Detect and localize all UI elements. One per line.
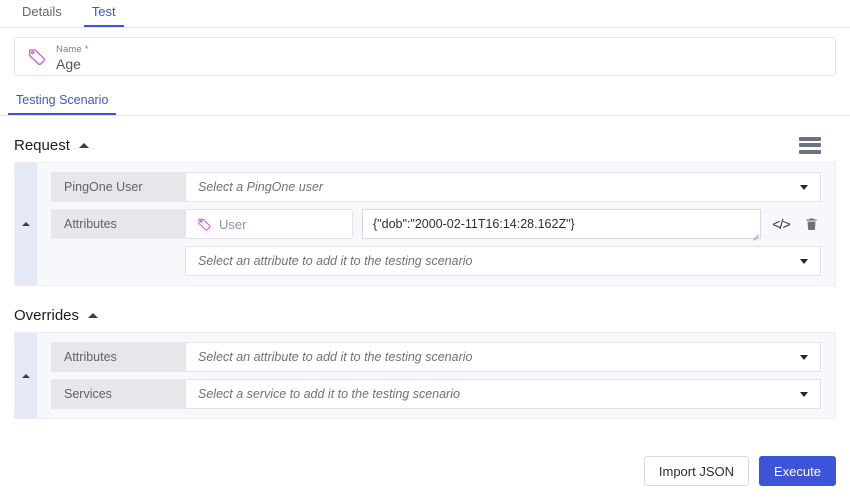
request-title: Request	[14, 136, 70, 154]
attribute-chip-user[interactable]: User	[185, 209, 353, 239]
tab-testing-scenario[interactable]: Testing Scenario	[8, 94, 117, 115]
tag-icon	[197, 217, 212, 232]
hamburger-bar	[799, 136, 821, 141]
name-field-label: Name	[56, 44, 82, 56]
overrides-header-left: Overrides	[14, 306, 99, 324]
scenario-tab-bar: Testing Scenario	[0, 88, 850, 116]
pingone-user-select[interactable]: Select a PingOne user	[185, 172, 821, 202]
add-attribute-placeholder: Select an attribute to add it to the tes…	[198, 254, 473, 268]
row-attributes: Attributes User {"dob":"2000-02-11T16:14…	[51, 209, 821, 239]
override-attributes-placeholder: Select an attribute to add it to the tes…	[198, 350, 473, 364]
textarea-resize-handle[interactable]	[750, 228, 759, 237]
overrides-title: Overrides	[14, 306, 80, 324]
hamburger-menu-icon[interactable]	[799, 136, 821, 154]
name-field-container: Name * Age	[0, 28, 850, 76]
request-panel: PingOne User Select a PingOne user Attri…	[14, 162, 836, 286]
execute-button[interactable]: Execute	[759, 456, 836, 486]
overrides-panel: Attributes Select an attribute to add it…	[14, 332, 836, 419]
overrides-section-header: Overrides	[0, 298, 850, 332]
pingone-user-placeholder: Select a PingOne user	[198, 180, 324, 194]
row-label-override-services: Services	[51, 379, 185, 409]
name-field-texts: Name * Age	[56, 41, 88, 72]
row-label-override-attributes: Attributes	[51, 342, 185, 372]
import-json-button[interactable]: Import JSON	[643, 456, 750, 486]
caret-up-icon[interactable]	[88, 312, 99, 318]
chevron-down-icon	[800, 391, 808, 397]
caret-up-icon[interactable]	[78, 142, 89, 148]
code-view-button[interactable]: </>	[771, 209, 791, 239]
row-add-attribute: Select an attribute to add it to the tes…	[51, 246, 821, 276]
request-header-left: Request	[14, 137, 89, 154]
delete-attribute-button[interactable]	[801, 209, 821, 239]
attribute-json-input[interactable]: {"dob":"2000-02-11T16:14:28.162Z"}	[362, 209, 761, 239]
caret-up-icon	[22, 222, 30, 226]
chevron-down-icon	[800, 184, 808, 190]
row-label-pingone-user: PingOne User	[51, 172, 185, 202]
add-attribute-select[interactable]: Select an attribute to add it to the tes…	[185, 246, 821, 276]
request-section-header: Request	[0, 128, 850, 162]
overrides-collapse-strip[interactable]	[15, 333, 37, 418]
code-icon: </>	[772, 216, 790, 232]
overrides-panel-body: Attributes Select an attribute to add it…	[37, 333, 835, 418]
request-collapse-strip[interactable]	[15, 163, 37, 285]
override-attributes-select[interactable]: Select an attribute to add it to the tes…	[185, 342, 821, 372]
attribute-chip-label: User	[219, 216, 247, 232]
caret-up-icon	[22, 373, 30, 378]
tag-icon	[27, 47, 47, 67]
required-marker: *	[84, 44, 89, 56]
main-tab-bar: Details Test	[0, 0, 850, 28]
name-field-label-row: Name *	[56, 41, 88, 55]
footer-actions: Import JSON Execute	[643, 456, 836, 486]
request-panel-body: PingOne User Select a PingOne user Attri…	[37, 163, 835, 285]
hamburger-bar	[799, 149, 821, 154]
tab-test[interactable]: Test	[83, 5, 124, 27]
name-field[interactable]: Name * Age	[14, 37, 836, 76]
row-override-services: Services Select a service to add it to t…	[51, 379, 821, 409]
row-label-attributes: Attributes	[51, 209, 185, 239]
attribute-json-value: {"dob":"2000-02-11T16:14:28.162Z"}	[373, 217, 575, 231]
tab-details[interactable]: Details	[14, 5, 70, 27]
row-pingone-user: PingOne User Select a PingOne user	[51, 172, 821, 202]
row-override-attributes: Attributes Select an attribute to add it…	[51, 342, 821, 372]
chevron-down-icon	[800, 258, 808, 264]
hamburger-bar	[799, 143, 821, 147]
name-field-value: Age	[56, 56, 81, 73]
override-services-select[interactable]: Select a service to add it to the testin…	[185, 379, 821, 409]
override-services-placeholder: Select a service to add it to the testin…	[198, 387, 460, 401]
chevron-down-icon	[800, 354, 808, 360]
row-label-spacer	[51, 246, 185, 276]
trash-icon	[805, 218, 817, 230]
